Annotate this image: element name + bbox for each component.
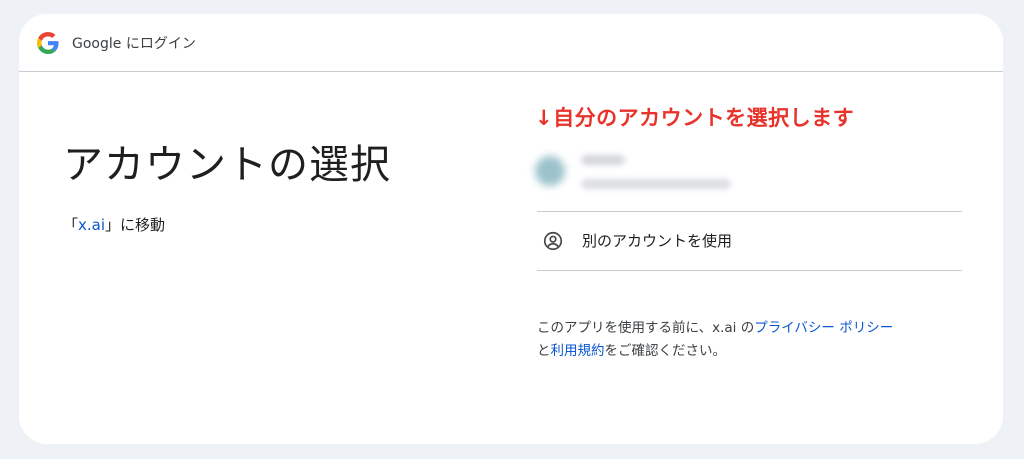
destination-link[interactable]: x.ai <box>78 216 105 234</box>
privacy-middle: と <box>537 343 551 359</box>
subtitle-close: 」に移動 <box>105 216 166 234</box>
use-another-account-button[interactable]: 別のアカウントを使用 <box>537 212 962 269</box>
subtitle-open: 「 <box>63 216 79 234</box>
annotation-label: ↓自分のアカウントを選択します <box>535 106 855 130</box>
privacy-suffix: をご確認ください。 <box>604 343 727 359</box>
header-title: Google にログイン <box>72 35 196 52</box>
login-card: Google にログイン アカウントの選択 「x.ai」に移動 ↓自分のアカウン… <box>19 14 1003 444</box>
account-email-blurred <box>581 179 731 189</box>
divider <box>537 270 962 271</box>
left-panel: アカウントの選択 「x.ai」に移動 <box>63 132 391 234</box>
privacy-prefix: このアプリを使用する前に、x.ai の <box>537 320 755 336</box>
page-title: アカウントの選択 <box>63 142 391 188</box>
card-header: Google にログイン <box>19 14 1003 72</box>
privacy-notice: このアプリを使用する前に、x.ai のプライバシー ポリシーと利用規約をご確認く… <box>537 317 977 363</box>
account-name-blurred <box>581 155 625 165</box>
account-row-blurred[interactable] <box>535 147 963 210</box>
destination-subtitle: 「x.ai」に移動 <box>63 214 165 235</box>
avatar <box>535 156 565 186</box>
privacy-policy-link[interactable]: プライバシー ポリシー <box>754 320 893 336</box>
terms-link[interactable]: 利用規約 <box>551 343 605 359</box>
use-another-account-label: 別のアカウントを使用 <box>582 232 733 250</box>
google-g-icon <box>37 31 59 54</box>
account-circle-icon <box>543 231 563 250</box>
